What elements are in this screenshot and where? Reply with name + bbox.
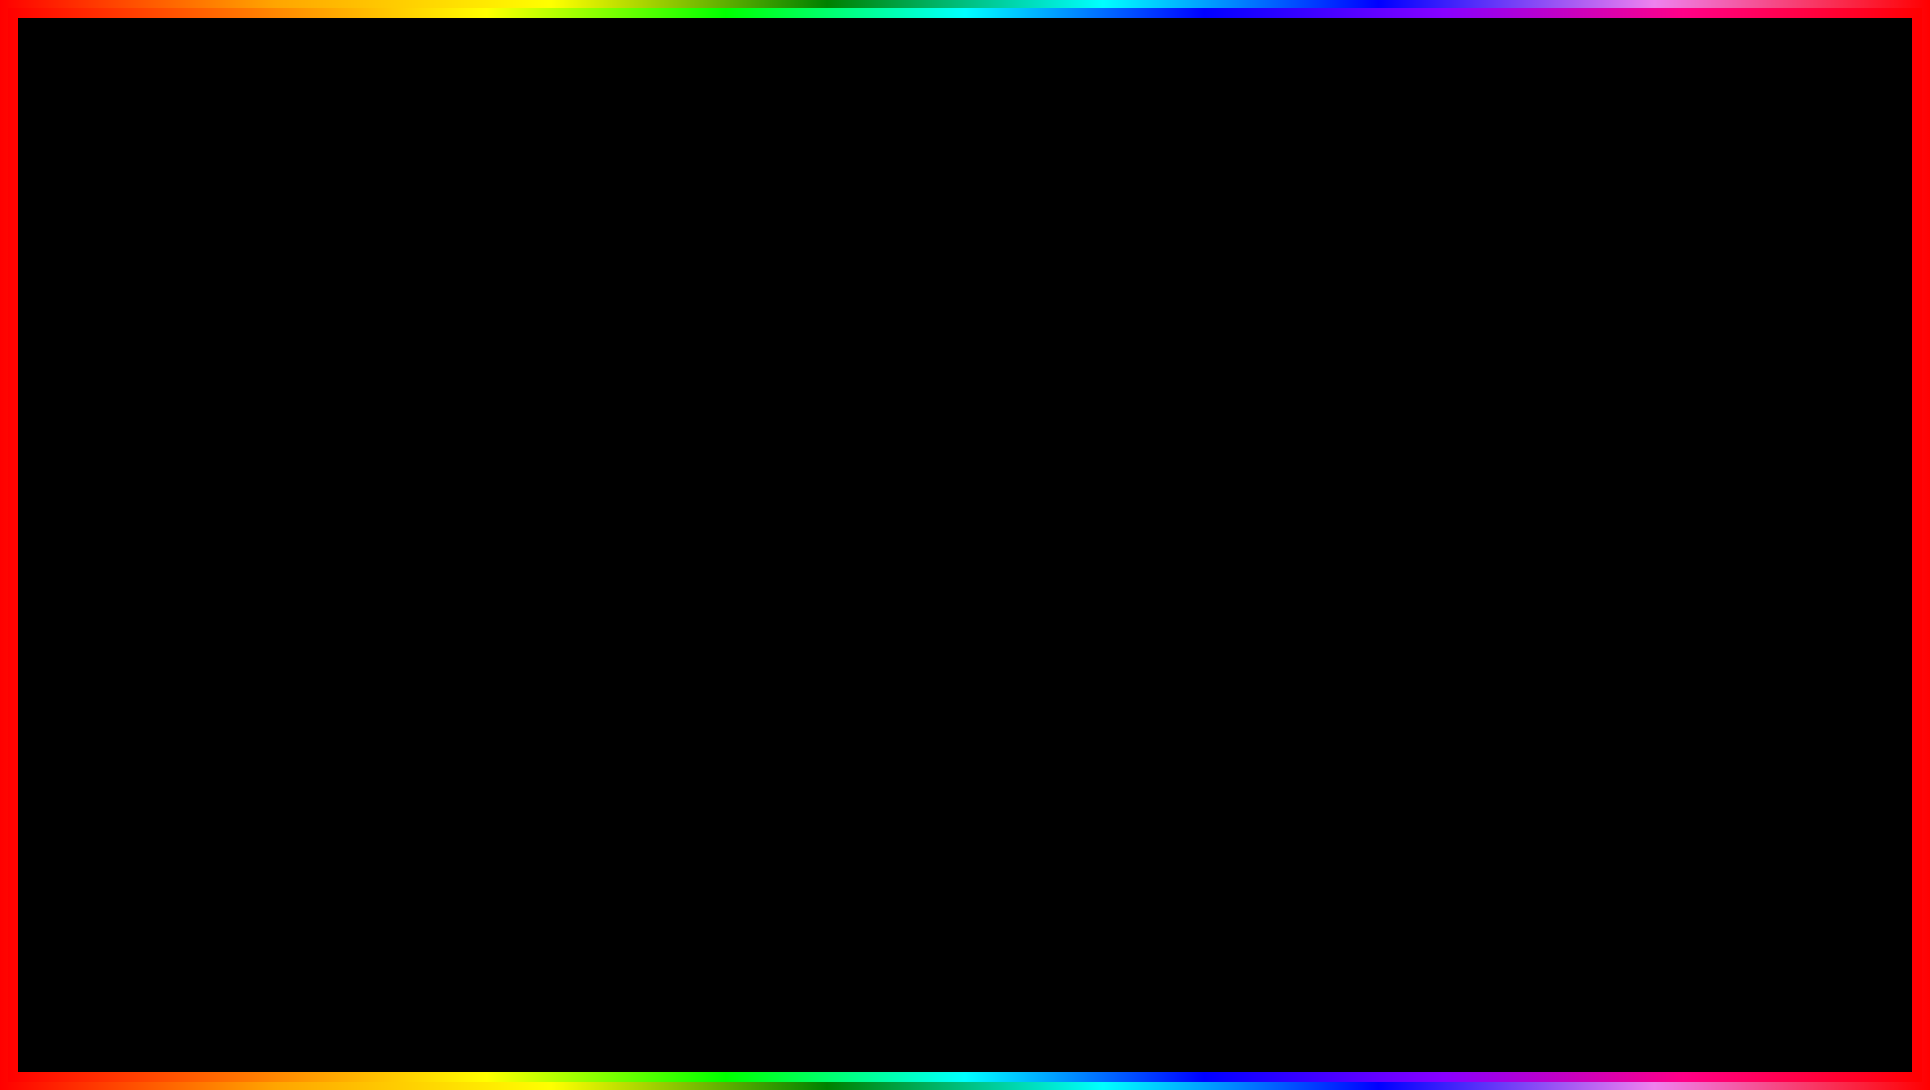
other-divider: Other bbox=[971, 468, 1341, 489]
bottom-auto-farm-text: AUTO FARM bbox=[376, 941, 909, 1044]
feature-icon-r2: ▶ bbox=[971, 533, 981, 549]
logo-blox-text: BL●X bbox=[1690, 936, 1825, 988]
right-panel-header2: 👤 XxArSendxX Hr(s) : 0 Min(s) : 2 Sec(s)… bbox=[879, 348, 1353, 393]
checkbox-farm-selected[interactable] bbox=[1325, 533, 1341, 549]
sidebar-btn-weapons[interactable]: Weapons bbox=[879, 453, 958, 479]
main-title: BLOX FRUITS bbox=[510, 36, 1421, 186]
feature-divider-r1: | bbox=[987, 438, 990, 453]
mode-select-label: Select Mode Farm : bbox=[971, 405, 1076, 419]
right-panel: ▶ FTS X HUB Blox Fruit UPD 18 [Time] : 0… bbox=[876, 316, 1356, 594]
right-avatar: 👤 bbox=[889, 354, 921, 386]
left-panel-body: Stats Player Teleport Dungeon Fruit+Esp … bbox=[109, 393, 583, 591]
right-time: [Time] : 08:36:54 bbox=[1149, 326, 1243, 340]
sidebar-btn-stats-r[interactable]: Stats bbox=[879, 505, 958, 531]
monster-select-label: Select Monster : bbox=[971, 501, 1058, 515]
right-username: XxArSendxX bbox=[927, 363, 1005, 378]
feature-divider-2: | bbox=[217, 493, 220, 508]
sidebar-btn-player[interactable]: Player bbox=[109, 427, 188, 453]
sidebar-btn-racev4[interactable]: Race V4 bbox=[879, 479, 958, 505]
logo-skull-icon: 💀 bbox=[1741, 903, 1776, 936]
left-panel-header: ▶ FTS X HUB Blox Fruit UPD 18 [Time] : 0… bbox=[109, 319, 583, 348]
feature-name-kill-aura: Kill Aura bbox=[228, 551, 555, 565]
sidebar-btn-dungeon[interactable]: Dungeon bbox=[109, 479, 188, 505]
background-scene: BLOX FRUITS ▶ FTS X HUB Blox Fruit UPD 1… bbox=[16, 16, 1914, 1074]
left-panel-content: Use in Dungeon Only! Select Dungeon : Bi… bbox=[189, 393, 583, 591]
feature-icon-1: ▶ bbox=[201, 463, 211, 479]
feature-icon-r1: ▶ bbox=[971, 437, 981, 453]
right-fps: [FPS] : 42 bbox=[1286, 326, 1343, 340]
blox-fruits-logo: 💀 BL●X FRUITS bbox=[1642, 889, 1874, 1054]
bottom-script-text: SCRIPT bbox=[929, 953, 1186, 1033]
checkbox-start-auto-farm[interactable] bbox=[1325, 437, 1341, 453]
feature-divider-3: | bbox=[217, 522, 220, 537]
right-ping: [Ping] : 75.3956 (20%CV) bbox=[1214, 364, 1343, 376]
feature-row-auto-start: ▶ | Auto Start Dungeon bbox=[201, 486, 571, 515]
right-panel-header: ▶ FTS X HUB Blox Fruit UPD 18 [Time] : 0… bbox=[879, 319, 1353, 348]
dungeon-select-label: Select Dungeon : bbox=[201, 431, 293, 445]
sidebar-btn-player-r[interactable]: Player bbox=[879, 531, 958, 557]
checkbox-auto-next[interactable] bbox=[555, 521, 571, 537]
sidebar-btn-shop[interactable]: Shop bbox=[109, 531, 188, 557]
sidebar-btn-main[interactable]: Main bbox=[879, 401, 958, 427]
feature-name-auto-buy-chip: Auto Buy Chip Dungeon bbox=[228, 464, 555, 478]
left-avatar: 👤 bbox=[119, 354, 151, 386]
monster-select-dropdown[interactable]: -- Select -- Monster A Monster B bbox=[1221, 497, 1341, 519]
feature-name-auto-start: Auto Start Dungeon bbox=[228, 493, 555, 507]
feature-name-farm-selected: Farm Selected Monster bbox=[998, 534, 1325, 548]
sidebar-btn-teleport[interactable]: Teleport bbox=[109, 453, 188, 479]
right-panel-content: Select Mode Farm : Auto Manual ▶ | Start… bbox=[959, 393, 1353, 591]
left-panel-header2: 👤 XxArSendxX Hr(s) : 0 Min(s) : 2 Sec(s)… bbox=[109, 348, 583, 393]
feature-name-auto-next: Auto Next Island bbox=[228, 522, 555, 536]
bottom-pastebin-text: PASTEBIN bbox=[1206, 953, 1555, 1033]
feature-divider-4: | bbox=[217, 551, 220, 566]
bottom-title-container: AUTO FARM SCRIPT PASTEBIN bbox=[376, 941, 1555, 1044]
left-ping: [Ping] : 82.8596 (15%CV) bbox=[444, 364, 573, 376]
sidebar-btn-fruitesp[interactable]: Fruit+Esp bbox=[109, 505, 188, 531]
feature-row-start-auto-farm: ▶ | Start Auto Farm bbox=[971, 431, 1341, 460]
right-sidebar: Main Settings Weapons Race V4 Stats Play… bbox=[879, 393, 959, 591]
logo-fruits-text: FRUITS bbox=[1664, 988, 1852, 1040]
feature-row-farm-selected: ▶ | Farm Selected Monster bbox=[971, 527, 1341, 556]
right-user-row: 👤 XxArSendxX bbox=[889, 354, 1005, 386]
left-time2: Hr(s) : 0 Min(s) : 2 Sec(s) : 35 bbox=[261, 364, 418, 376]
feature-row-auto-buy-chip: ▶ | Auto Buy Chip Dungeon bbox=[201, 457, 571, 486]
right-game-title: Blox Fruit UPD 18 bbox=[1010, 326, 1106, 340]
sidebar-btn-teleport-r[interactable]: Teleport bbox=[879, 557, 958, 583]
monster-select-row: Select Monster : -- Select -- Monster A … bbox=[971, 497, 1341, 519]
left-panel: ▶ FTS X HUB Blox Fruit UPD 18 [Time] : 0… bbox=[106, 316, 586, 594]
feature-divider-r2: | bbox=[987, 534, 990, 549]
mode-select-row: Select Mode Farm : Auto Manual bbox=[971, 401, 1341, 423]
left-user-row: 👤 XxArSendxX bbox=[119, 354, 235, 386]
dungeon-select-dropdown[interactable]: Bird: Phoenix Magma Ice bbox=[451, 427, 571, 449]
left-fps: [FPS] : 19 bbox=[516, 326, 573, 340]
left-game-title: Blox Fruit UPD 18 bbox=[240, 326, 336, 340]
left-time: [Time] : 08:37:21 bbox=[379, 326, 473, 340]
left-username: XxArSendxX bbox=[157, 363, 235, 378]
feature-divider-1: | bbox=[217, 464, 220, 479]
feature-icon-3: ▶ bbox=[201, 521, 211, 537]
dungeon-select-row: Select Dungeon : Bird: Phoenix Magma Ice bbox=[201, 427, 571, 449]
left-hub-logo: ▶ FTS X HUB bbox=[119, 325, 197, 341]
feature-icon-2: ▶ bbox=[201, 492, 211, 508]
sidebar-btn-settings[interactable]: Settings bbox=[879, 427, 958, 453]
fts-icon-right: ▶ FTS X HUB bbox=[889, 325, 967, 341]
checkbox-auto-buy-chip[interactable] bbox=[555, 463, 571, 479]
feature-row-auto-next: ▶ | Auto Next Island bbox=[201, 515, 571, 544]
checkbox-kill-aura[interactable] bbox=[555, 550, 571, 566]
sidebar-btn-stats[interactable]: Stats bbox=[109, 401, 188, 427]
feature-icon-4: ▶ bbox=[201, 550, 211, 566]
left-section-label: Use in Dungeon Only! bbox=[201, 407, 571, 419]
right-panel-body: Main Settings Weapons Race V4 Stats Play… bbox=[879, 393, 1353, 591]
right-time2: Hr(s) : 0 Min(s) : 2 Sec(s) : 8 bbox=[1034, 364, 1185, 376]
right-hub-logo: ▶ FTS X HUB bbox=[889, 325, 967, 341]
feature-row-kill-aura: ▶ | Kill Aura bbox=[201, 544, 571, 573]
checkbox-auto-start[interactable] bbox=[555, 492, 571, 508]
left-sidebar: Stats Player Teleport Dungeon Fruit+Esp … bbox=[109, 393, 189, 591]
mode-select-dropdown[interactable]: Auto Manual bbox=[1221, 401, 1341, 423]
feature-name-start-auto-farm: Start Auto Farm bbox=[998, 438, 1325, 452]
fts-icon-left: ▶ FTS X HUB bbox=[119, 325, 197, 341]
sidebar-btn-misc[interactable]: Misc bbox=[109, 557, 188, 583]
